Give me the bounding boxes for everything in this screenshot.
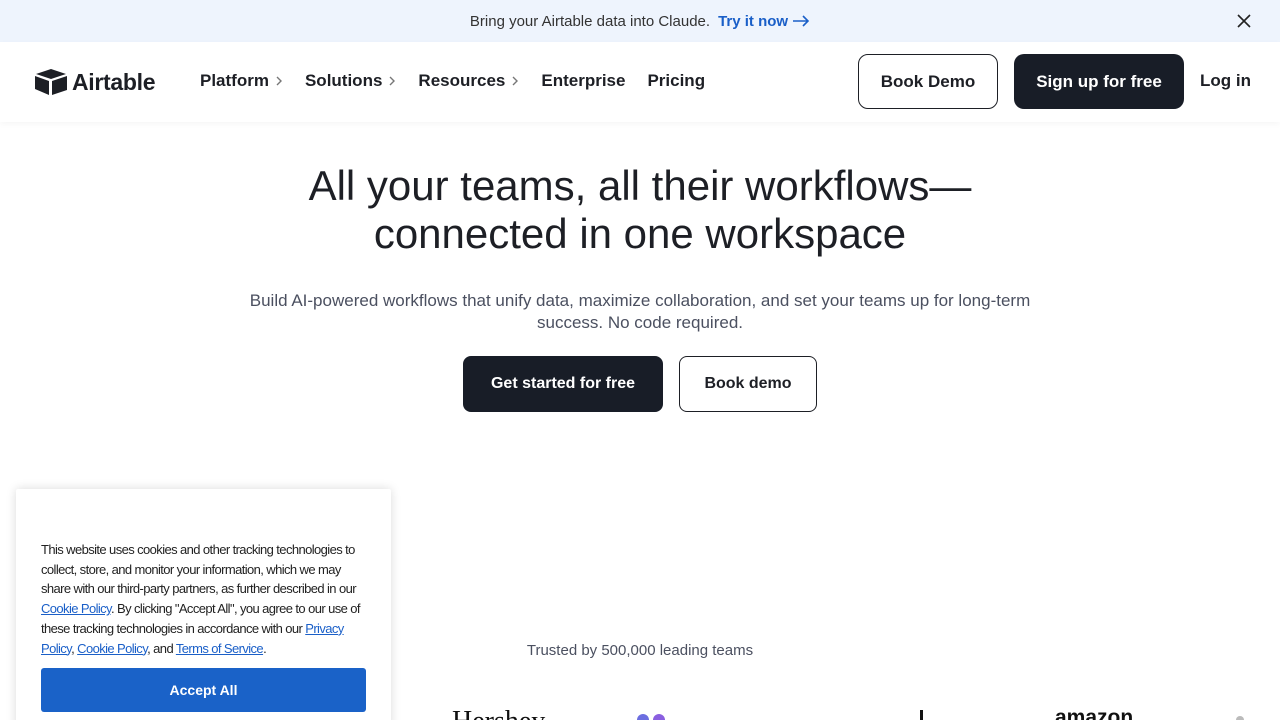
hero-subtitle: Build AI-powered workflows that unify da… (249, 291, 1031, 332)
cookie-banner-text: This website uses cookies and other trac… (41, 540, 371, 658)
terms-of-service-link[interactable]: Terms of Service (176, 641, 264, 656)
nav-item-label: Pricing (647, 71, 706, 90)
arrow-right-icon (793, 15, 810, 27)
nav-item-platform[interactable]: Platform (200, 71, 283, 91)
announcement-text: Bring your Airtable data into Claude. (469, 12, 711, 30)
nav-item-label: Enterprise (541, 71, 626, 90)
cookie-text-part: This website uses cookies and other trac… (41, 542, 357, 597)
nav-item-label: Platform (200, 71, 269, 90)
chevron-right-icon (512, 76, 519, 86)
nav-item-solutions[interactable]: Solutions (305, 71, 396, 91)
cookie-text-part: . (263, 640, 267, 656)
hero-title-line-2: connected in one workspace (373, 210, 907, 257)
nav-item-enterprise[interactable]: Enterprise (541, 71, 625, 91)
amazon-logo: amazon (1055, 706, 1134, 720)
log-in-link[interactable]: Log in (1200, 71, 1251, 91)
brand-wordmark: Airtable (72, 68, 156, 95)
cookie-policy-link-2[interactable]: Cookie Policy (77, 641, 148, 656)
try-it-now-link[interactable]: Try it now (718, 13, 810, 30)
nav-links: Platform Solutions Resources Enterprise … (200, 71, 727, 91)
customer-logo-mark (1236, 716, 1244, 720)
nav-item-resources[interactable]: Resources (418, 71, 519, 91)
airtable-logo[interactable]: Airtable (34, 68, 156, 96)
announcement-bar: Bring your Airtable data into Claude. Tr… (0, 0, 1280, 42)
hero-title: All your teams, all their workflows— con… (0, 162, 1280, 258)
customer-logo-mark (637, 714, 665, 720)
get-started-button[interactable]: Get started for free (463, 356, 663, 412)
cookie-policy-link[interactable]: Cookie Policy (41, 601, 112, 616)
nav-item-pricing[interactable]: Pricing (647, 71, 705, 91)
chevron-right-icon (389, 76, 396, 86)
cookie-banner: This website uses cookies and other trac… (16, 489, 391, 720)
cookie-text-part: , and (147, 640, 176, 656)
hero-book-demo-button[interactable]: Book demo (679, 356, 817, 412)
try-it-now-label: Try it now (718, 12, 789, 30)
hershey-logo: Hershey (452, 706, 545, 720)
book-demo-button[interactable]: Book Demo (858, 54, 998, 109)
accept-all-button[interactable]: Accept All (41, 668, 366, 712)
close-icon[interactable] (1236, 13, 1252, 29)
main-nav: Airtable Platform Solutions Resources En… (0, 42, 1280, 122)
sign-up-button[interactable]: Sign up for free (1014, 54, 1184, 109)
chevron-right-icon (276, 76, 282, 86)
customer-logo-mark (920, 710, 923, 720)
nav-item-label: Solutions (304, 71, 383, 90)
airtable-box-icon (35, 69, 67, 95)
hero-title-line-1: All your teams, all their workflows— (308, 162, 972, 209)
nav-item-label: Resources (418, 71, 506, 90)
